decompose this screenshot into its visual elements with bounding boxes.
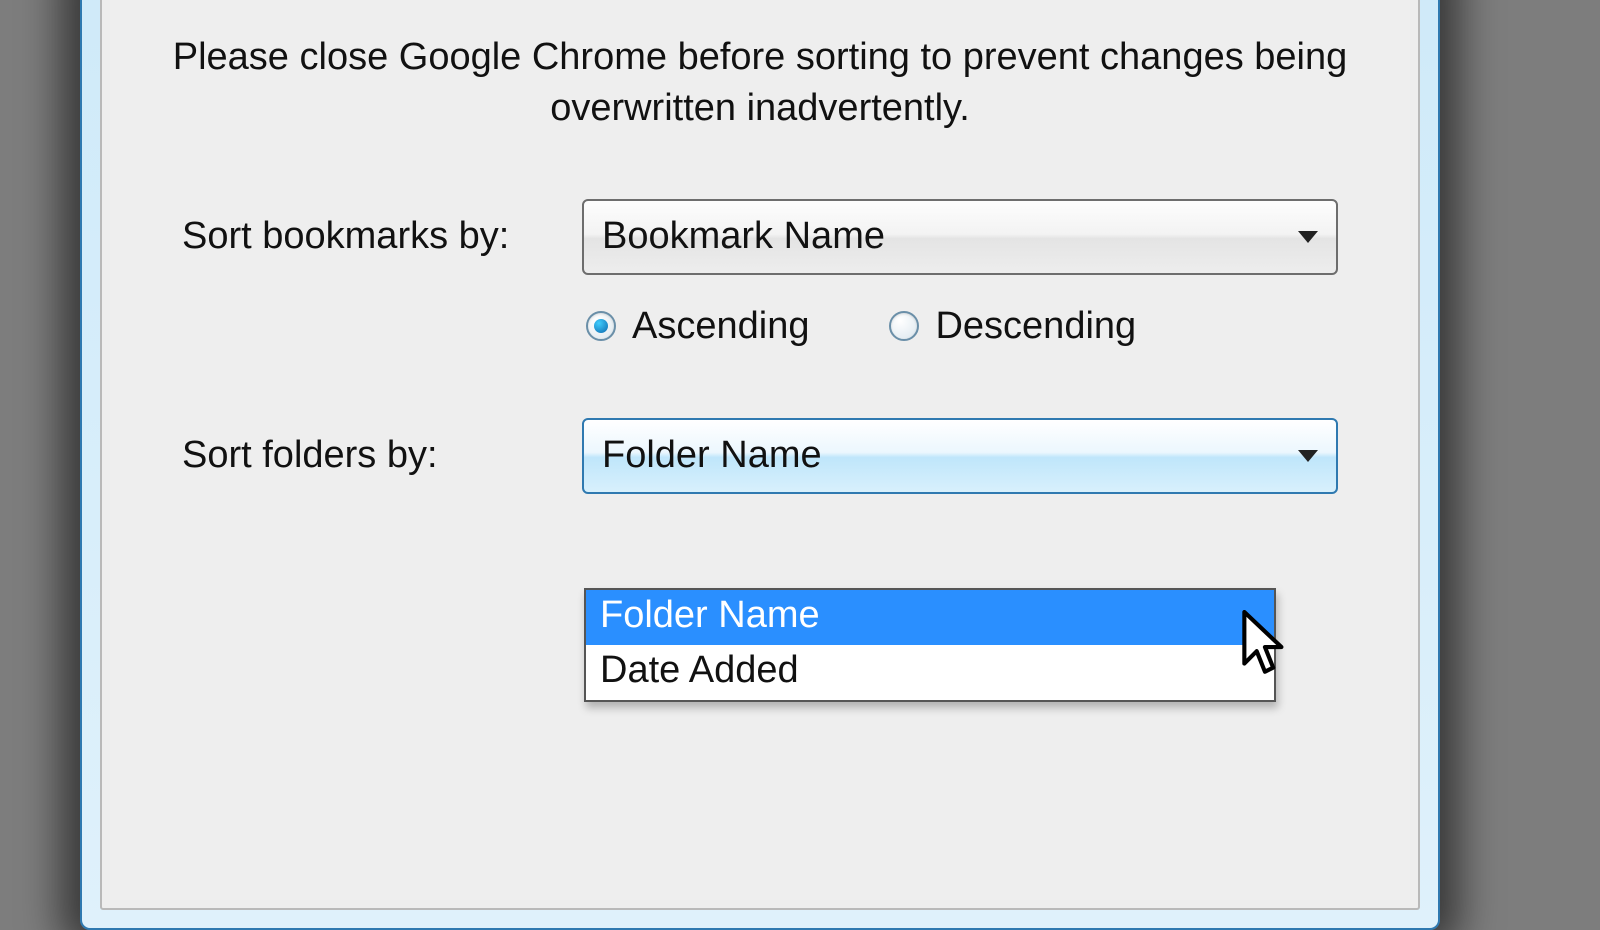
ascending-radio[interactable]: Ascending <box>586 305 809 348</box>
instruction-text: Please close Google Chrome before sortin… <box>102 0 1418 165</box>
sort-folders-dropdown-list: Folder Name Date Added <box>584 588 1276 702</box>
sort-bookmarks-label: Sort bookmarks by: <box>182 215 582 258</box>
sort-folders-row: Sort folders by: Folder Name <box>102 418 1418 494</box>
descending-radio[interactable]: Descending <box>889 305 1136 348</box>
dropdown-option-date-added[interactable]: Date Added <box>586 645 1274 700</box>
dialog-window: Please close Google Chrome before sortin… <box>80 0 1440 930</box>
sort-folders-label: Sort folders by: <box>182 434 582 477</box>
dropdown-option-folder-name[interactable]: Folder Name <box>586 590 1274 645</box>
radio-icon <box>889 311 919 341</box>
sort-order-radio-group: Ascending Descending <box>102 305 1418 348</box>
dropdown-arrow-icon <box>1298 450 1318 462</box>
dialog-panel: Please close Google Chrome before sortin… <box>100 0 1420 910</box>
sort-bookmarks-selected-value: Bookmark Name <box>602 215 885 258</box>
sort-bookmarks-row: Sort bookmarks by: Bookmark Name <box>102 199 1418 275</box>
sort-folders-combobox[interactable]: Folder Name <box>582 418 1338 494</box>
descending-radio-label: Descending <box>935 305 1136 348</box>
radio-icon <box>586 311 616 341</box>
sort-bookmarks-combobox[interactable]: Bookmark Name <box>582 199 1338 275</box>
sort-folders-selected-value: Folder Name <box>602 434 822 477</box>
ascending-radio-label: Ascending <box>632 305 809 348</box>
dropdown-arrow-icon <box>1298 231 1318 243</box>
